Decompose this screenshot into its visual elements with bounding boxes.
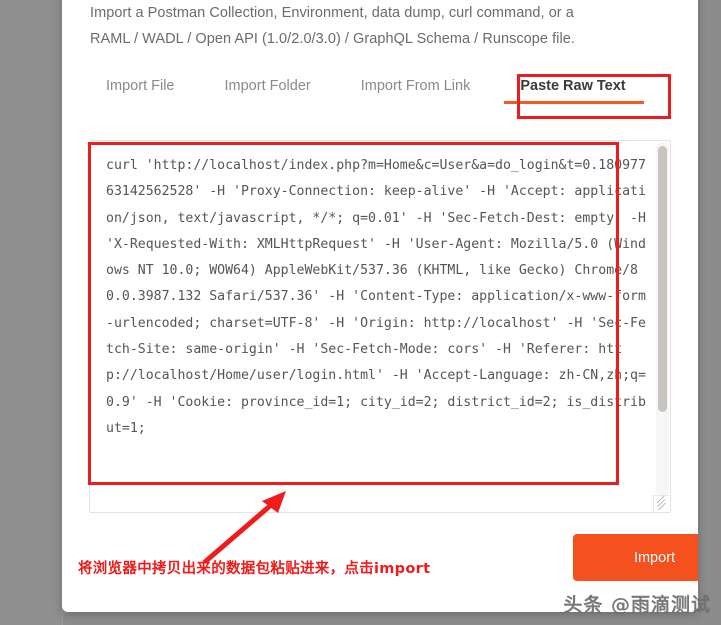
- active-tab-underline: [504, 101, 644, 104]
- import-modal: Import a Postman Collection, Environment…: [62, 0, 698, 612]
- tab-import-folder-label: Import Folder: [224, 78, 311, 94]
- tab-import-from-link-label: Import From Link: [360, 78, 471, 94]
- import-button[interactable]: Import: [573, 534, 698, 581]
- raw-text-scrollbar-thumb[interactable]: [658, 146, 667, 412]
- tab-import-file[interactable]: Import File: [102, 72, 179, 104]
- raw-text-area-wrapper: curl 'http://localhost/index.php?m=Home&…: [89, 140, 671, 513]
- raw-text-scrollbar[interactable]: [656, 142, 669, 497]
- tab-import-file-label: Import File: [106, 78, 175, 94]
- tab-import-from-link[interactable]: Import From Link: [357, 72, 475, 104]
- import-description-line-2: RAML / WADL / Open API (1.0/2.0/3.0) / G…: [90, 31, 575, 47]
- annotation-note: 将浏览器中拷贝出来的数据包粘贴进来，点击import: [78, 561, 431, 577]
- tab-import-folder[interactable]: Import Folder: [221, 72, 315, 104]
- tab-paste-raw-text[interactable]: Paste Raw Text: [504, 72, 644, 104]
- backdrop-left-panel: [0, 0, 63, 625]
- import-tabs: Import File Import Folder Import From Li…: [102, 72, 644, 104]
- import-modal-body: Import a Postman Collection, Environment…: [62, 0, 698, 581]
- import-description-line-1: Import a Postman Collection, Environment…: [90, 5, 574, 21]
- watermark: 头条 @雨滴测试: [563, 594, 711, 616]
- tab-paste-raw-text-label: Paste Raw Text: [520, 78, 626, 94]
- raw-text-input[interactable]: curl 'http://localhost/index.php?m=Home&…: [89, 140, 671, 513]
- raw-text-resize-handle[interactable]: [653, 495, 670, 512]
- import-description: Import a Postman Collection, Environment…: [90, 0, 662, 52]
